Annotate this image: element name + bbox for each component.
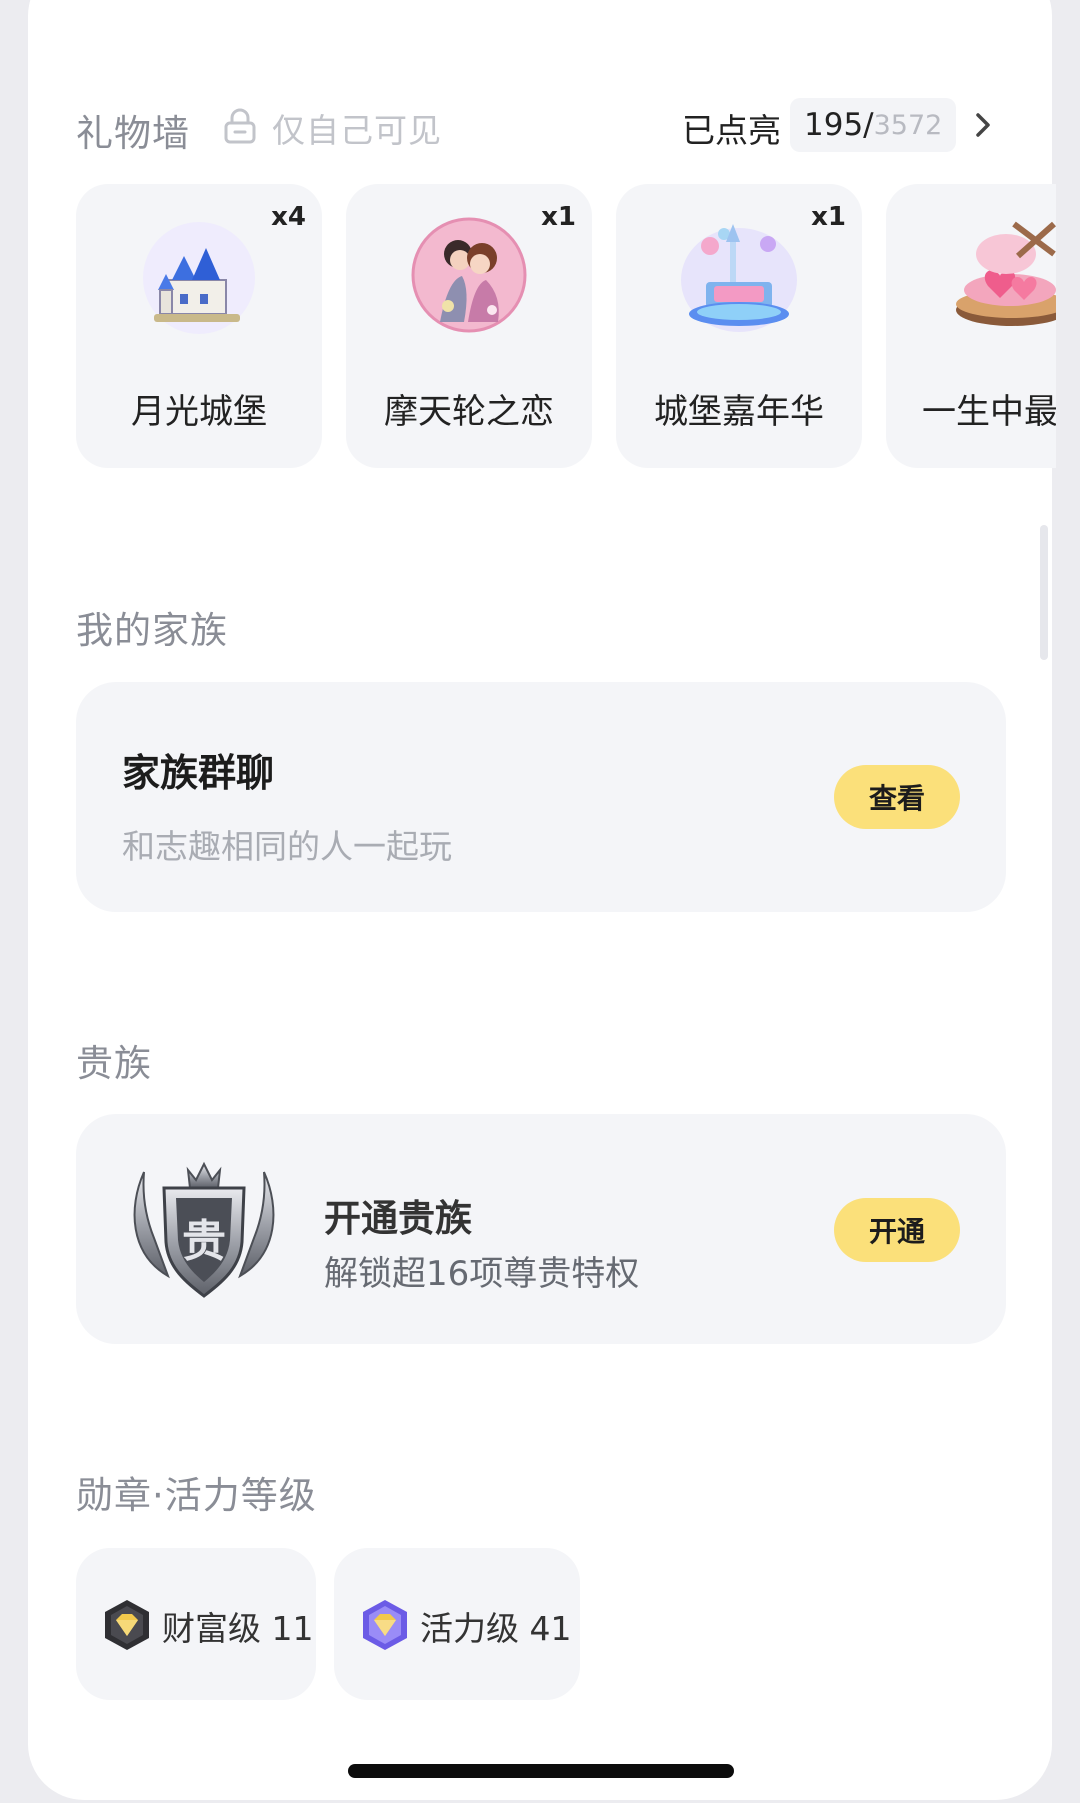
noble-badge-icon: 贵 bbox=[133, 1161, 275, 1298]
moonlight-castle-icon bbox=[143, 222, 255, 334]
lit-count-box: 195/3572 bbox=[790, 98, 957, 152]
view-button[interactable]: 查看 bbox=[834, 765, 960, 829]
gift-wall-title: 礼物墙 bbox=[76, 112, 190, 155]
lit-label: 已点亮 bbox=[682, 111, 781, 150]
family-card[interactable]: 家族群聊 和志趣相同的人一起玩 查看 bbox=[76, 682, 1006, 912]
gift-name: 城堡嘉年华 bbox=[654, 392, 824, 432]
vitality-level-medal[interactable]: 活力级 41 bbox=[334, 1548, 580, 1700]
activate-button[interactable]: 开通 bbox=[834, 1198, 960, 1262]
privacy-label: 仅自己可见 bbox=[272, 111, 442, 150]
gift-quantity: x1 bbox=[811, 202, 846, 232]
lock-icon bbox=[224, 108, 256, 144]
medals-section-title: 勋章·活力等级 bbox=[76, 1474, 317, 1517]
vitality-level-icon bbox=[363, 1600, 407, 1650]
vitality-level-label: 活力级 41 bbox=[420, 1609, 572, 1648]
gift-card[interactable]: x4 月光城堡 bbox=[76, 184, 322, 468]
wealth-level-label: 财富级 11 bbox=[162, 1609, 314, 1648]
gift-name: 摩天轮之恋 bbox=[384, 392, 554, 432]
noble-activate-title: 开通贵族 bbox=[324, 1197, 472, 1240]
noble-section-title: 贵族 bbox=[76, 1042, 152, 1085]
family-section-title: 我的家族 bbox=[76, 609, 228, 652]
noble-card[interactable]: 贵 开通贵族 解锁超16项尊贵特权 开通 bbox=[76, 1114, 1006, 1344]
gift-quantity: x4 bbox=[271, 202, 306, 232]
scroll-indicator[interactable] bbox=[1040, 525, 1048, 660]
gift-wall-header[interactable]: 礼物墙 仅自己可见 已点亮 195/3572 bbox=[76, 96, 998, 156]
noble-description: 解锁超16项尊贵特权 bbox=[324, 1254, 640, 1294]
lit-count: 195/ bbox=[804, 107, 874, 143]
gift-name: 一生中最 bbox=[922, 392, 1056, 432]
family-group-chat-title: 家族群聊 bbox=[122, 751, 275, 795]
lifetime-love-icon bbox=[956, 221, 1056, 326]
gift-name: 月光城堡 bbox=[131, 392, 267, 432]
gift-quantity: x1 bbox=[541, 202, 576, 232]
gift-card[interactable]: 一生中最 bbox=[886, 184, 1056, 468]
chevron-right-icon[interactable] bbox=[970, 110, 996, 140]
castle-carnival-icon bbox=[681, 224, 797, 332]
wealth-level-icon bbox=[105, 1600, 149, 1650]
gift-list[interactable]: x4 月光城堡 x1 摩天轮之恋 x1 城堡嘉年华 一生中最 bbox=[76, 184, 1056, 470]
total-count: 3572 bbox=[873, 109, 943, 141]
wealth-level-medal[interactable]: 财富级 11 bbox=[76, 1548, 316, 1700]
gift-card[interactable]: x1 摩天轮之恋 bbox=[346, 184, 592, 468]
svg-text:贵: 贵 bbox=[182, 1216, 226, 1267]
family-description: 和志趣相同的人一起玩 bbox=[122, 827, 452, 866]
ferris-wheel-love-icon bbox=[411, 217, 527, 333]
home-indicator[interactable] bbox=[348, 1764, 734, 1778]
gift-card[interactable]: x1 城堡嘉年华 bbox=[616, 184, 862, 468]
